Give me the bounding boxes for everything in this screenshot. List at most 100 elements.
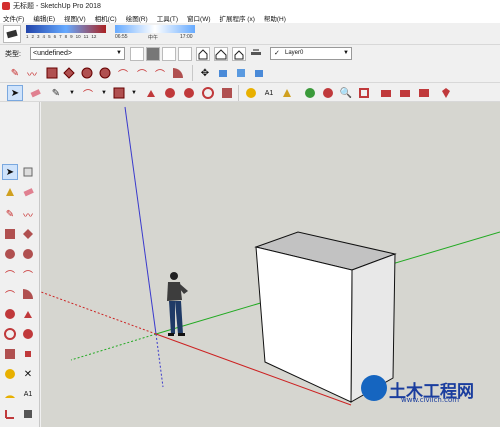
zoom-extents-icon[interactable] — [356, 85, 372, 101]
rotate-icon[interactable] — [181, 85, 197, 101]
orbit-icon[interactable] — [302, 85, 318, 101]
menu-camera[interactable]: 相机(C) — [92, 13, 123, 23]
protractor-icon[interactable] — [2, 386, 18, 402]
ruby-icon[interactable] — [438, 85, 454, 101]
menu-file[interactable]: 文件(F) — [0, 13, 30, 23]
menu-tools[interactable]: 工具(T) — [154, 13, 184, 23]
rectangle-icon[interactable] — [2, 226, 18, 242]
zoom-icon[interactable]: 🔍 — [338, 85, 354, 101]
pencil-icon[interactable]: ✎ — [2, 206, 18, 222]
move-icon[interactable] — [162, 85, 178, 101]
shadow-toggle-button[interactable] — [3, 25, 21, 43]
move-icon[interactable]: ✥ — [197, 65, 213, 81]
chevron-down-icon[interactable]: ▼ — [126, 85, 142, 101]
pushpull-icon[interactable] — [215, 65, 231, 81]
extension-icon[interactable] — [416, 85, 432, 101]
shadow-time-slider[interactable] — [26, 25, 106, 33]
pencil-icon[interactable]: ✎ — [48, 85, 64, 101]
pencil-icon[interactable]: ✎ — [7, 65, 23, 81]
tick: 10 — [75, 34, 81, 39]
tick: 4 — [42, 34, 46, 39]
arc-icon[interactable]: ⌒ — [115, 65, 131, 81]
offset-icon[interactable] — [20, 346, 36, 362]
rectangle-icon[interactable] — [111, 85, 127, 101]
watermark: 土木工程网 www.civilcn.com — [345, 350, 500, 415]
tag-color-button[interactable] — [130, 47, 144, 61]
house-back-button[interactable] — [232, 47, 246, 61]
watermark-logo-icon — [361, 375, 387, 401]
section-plane-icon[interactable] — [20, 406, 36, 422]
eraser-icon[interactable] — [20, 184, 36, 200]
tick: 1 — [26, 34, 29, 39]
text-icon[interactable]: A1 — [20, 386, 36, 402]
pie-icon[interactable] — [170, 65, 186, 81]
rectangle-icon[interactable] — [44, 65, 60, 81]
polygon-icon[interactable] — [97, 65, 113, 81]
tag-view-button[interactable] — [162, 47, 176, 61]
eraser-icon[interactable] — [27, 85, 43, 101]
tick: 5 — [48, 34, 51, 39]
layer-dropdown[interactable]: ✓ Layer0 ▼ — [270, 47, 352, 60]
freehand-icon[interactable]: 〰 — [20, 206, 36, 222]
menu-help[interactable]: 帮助(H) — [261, 13, 292, 23]
arc-icon[interactable]: ⌒ — [80, 85, 96, 101]
tick: 6 — [53, 34, 57, 39]
text-icon[interactable]: A1 — [261, 85, 277, 101]
house-icon — [234, 50, 244, 60]
arc-icon[interactable]: ⌒ — [2, 266, 18, 282]
tag-style-button[interactable] — [146, 47, 160, 61]
scale-icon[interactable] — [200, 85, 216, 101]
paint-icon[interactable] — [279, 85, 295, 101]
arc-3pt-icon[interactable]: ⌒ — [2, 286, 18, 302]
tag-edit-button[interactable] — [178, 47, 192, 61]
followme-icon[interactable] — [20, 326, 36, 342]
home-icon[interactable] — [196, 47, 210, 61]
pushpull-icon[interactable] — [20, 306, 36, 322]
menu-edit[interactable]: 编辑(E) — [30, 13, 61, 23]
pie-icon[interactable] — [20, 286, 36, 302]
pan-icon[interactable] — [320, 85, 336, 101]
axes-icon[interactable] — [2, 406, 18, 422]
shadow-toolbar: 1 2 3 4 5 6 7 8 9 10 11 12 06:55 中午 17:0… — [0, 23, 500, 45]
chevron-down-icon[interactable]: ▼ — [96, 85, 112, 101]
freehand-icon[interactable]: 〰 — [24, 65, 40, 81]
window-title: 无标题 - SketchUp Pro 2018 — [13, 3, 101, 10]
select-icon[interactable]: ➤ — [7, 85, 23, 101]
followme-icon[interactable] — [251, 65, 267, 81]
paint-icon[interactable] — [2, 184, 18, 200]
type-dropdown[interactable]: <undefined> ▼ — [30, 47, 125, 60]
rotate-icon[interactable] — [233, 65, 249, 81]
shadow-time-end: 17:00 — [180, 34, 193, 40]
scale-icon[interactable] — [2, 346, 18, 362]
shadow-time-ticks: 1 2 3 4 5 6 7 8 9 10 11 12 — [26, 34, 96, 39]
tape-icon[interactable] — [2, 366, 18, 382]
arc-2pt-icon[interactable]: ⌒ — [134, 65, 150, 81]
offset-icon[interactable] — [219, 85, 235, 101]
menu-extensions[interactable]: 扩展程序 (x) — [217, 13, 261, 23]
layer-manager-button[interactable] — [250, 47, 264, 61]
move-icon[interactable] — [2, 306, 18, 322]
arc-2pt-icon[interactable]: ⌒ — [20, 266, 36, 282]
circle-icon[interactable] — [2, 246, 18, 262]
arc-3pt-icon[interactable]: ⌒ — [152, 65, 168, 81]
tape-icon[interactable] — [243, 85, 259, 101]
pushpull-icon[interactable] — [143, 85, 159, 101]
dimension-icon[interactable]: ✕ — [20, 366, 36, 382]
warehouse-icon[interactable] — [378, 85, 394, 101]
tick: 2 — [31, 34, 35, 39]
rotate-icon[interactable] — [2, 326, 18, 342]
menu-view[interactable]: 视图(V) — [61, 13, 92, 23]
layers-icon — [251, 49, 261, 55]
polygon-icon[interactable] — [20, 246, 36, 262]
rotated-rect-icon[interactable] — [61, 65, 77, 81]
3d-warehouse-icon[interactable] — [397, 85, 413, 101]
rotated-rect-icon[interactable] — [20, 226, 36, 242]
select-icon[interactable]: ➤ — [2, 164, 18, 180]
menu-window[interactable]: 窗口(W) — [184, 13, 216, 23]
chevron-down-icon[interactable]: ▼ — [64, 85, 80, 101]
house-side-button[interactable] — [214, 47, 228, 61]
circle-icon[interactable] — [79, 65, 95, 81]
shadow-date-slider[interactable] — [115, 25, 195, 33]
component-icon[interactable] — [20, 164, 36, 180]
menu-draw[interactable]: 绘图(R) — [123, 13, 154, 23]
